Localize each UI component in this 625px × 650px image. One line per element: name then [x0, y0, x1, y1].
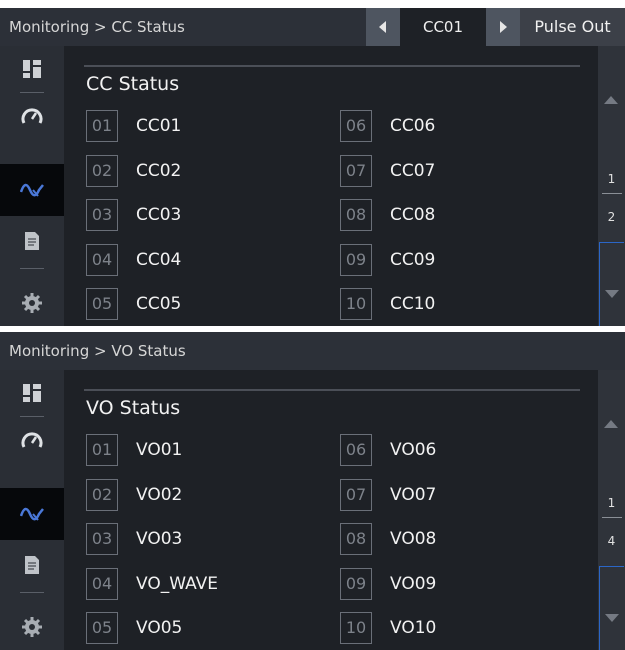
status-content: VO Status 01 VO01 02 VO02 03 VO03 04 VO_… — [64, 370, 598, 650]
scroll-down-icon[interactable] — [605, 614, 619, 622]
next-cc-button[interactable] — [486, 8, 520, 46]
section-title: CC Status — [86, 73, 180, 95]
item-label: VO03 — [136, 529, 183, 549]
item-label: CC02 — [136, 161, 182, 181]
sidebar-item-settings[interactable] — [0, 604, 64, 650]
breadcrumb[interactable]: Monitoring > VO Status — [9, 332, 186, 370]
sidebar-divider — [20, 268, 44, 269]
page-divider — [602, 193, 622, 194]
item-number: 10 — [340, 288, 372, 320]
item-number: 05 — [86, 612, 118, 644]
scroll-up-icon[interactable] — [604, 96, 618, 104]
gauge-icon — [21, 432, 43, 448]
sidebar-item-dashboard[interactable] — [0, 46, 64, 92]
breadcrumb[interactable]: Monitoring > CC Status — [9, 8, 185, 46]
sidebar-divider — [20, 592, 44, 593]
total-pages: 2 — [607, 210, 616, 224]
item-number: 04 — [86, 244, 118, 276]
item-label: CC08 — [390, 205, 436, 225]
item-label: CC10 — [390, 294, 436, 314]
waveform-icon — [20, 183, 44, 197]
scroll-up-icon[interactable] — [604, 420, 618, 428]
current-page: 1 — [607, 172, 616, 186]
item-number: 02 — [86, 155, 118, 187]
document-icon — [25, 556, 39, 574]
item-number: 09 — [340, 568, 372, 600]
item-label: CC03 — [136, 205, 182, 225]
scroll-down-icon[interactable] — [605, 290, 619, 298]
header-bar: Monitoring > CC Status CC01 Pulse Out — [0, 8, 625, 46]
item-number: 08 — [340, 199, 372, 231]
sidebar-item-waveform[interactable] — [0, 164, 64, 216]
section-title: VO Status — [86, 397, 181, 419]
item-label: CC01 — [136, 116, 182, 136]
item-label: VO_WAVE — [136, 574, 219, 594]
sidebar — [0, 370, 64, 650]
item-label: CC09 — [390, 250, 436, 270]
sidebar-item-waveform[interactable] — [0, 488, 64, 540]
sidebar-item-document[interactable] — [0, 542, 64, 588]
item-label: CC06 — [390, 116, 436, 136]
item-number: 01 — [86, 434, 118, 466]
item-number: 07 — [340, 479, 372, 511]
item-number: 02 — [86, 479, 118, 511]
divider — [84, 389, 580, 391]
dashboard-icon — [23, 384, 41, 402]
document-icon — [25, 232, 39, 250]
dashboard-icon — [23, 60, 41, 78]
item-label: VO06 — [390, 440, 437, 460]
item-label: VO05 — [136, 618, 183, 638]
status-content: CC Status 01 CC01 02 CC02 03 CC03 04 CC0… — [64, 46, 598, 326]
sidebar-item-settings[interactable] — [0, 280, 64, 326]
sidebar — [0, 46, 64, 326]
item-label: VO10 — [390, 618, 437, 638]
item-label: CC05 — [136, 294, 182, 314]
settings-gear-icon — [22, 293, 42, 313]
item-label: VO02 — [136, 485, 183, 505]
pulse-out-button[interactable]: Pulse Out — [520, 8, 625, 46]
waveform-icon — [20, 507, 44, 521]
page-divider — [602, 517, 622, 518]
item-number: 01 — [86, 110, 118, 142]
vo-status-panel: Monitoring > VO Status VO Status 01 VO01… — [0, 332, 625, 650]
prev-cc-button[interactable] — [366, 8, 400, 46]
item-label: VO09 — [390, 574, 437, 594]
item-label: CC04 — [136, 250, 182, 270]
item-number: 06 — [340, 434, 372, 466]
item-label: VO07 — [390, 485, 437, 505]
sidebar-item-dashboard[interactable] — [0, 370, 64, 416]
divider — [84, 65, 580, 67]
item-number: 10 — [340, 612, 372, 644]
item-number: 03 — [86, 199, 118, 231]
item-number: 04 — [86, 568, 118, 600]
cc-status-panel: Monitoring > CC Status CC01 Pulse Out CC… — [0, 8, 625, 326]
item-number: 06 — [340, 110, 372, 142]
item-label: VO01 — [136, 440, 183, 460]
item-number: 03 — [86, 523, 118, 555]
header-bar: Monitoring > VO Status — [0, 332, 625, 370]
total-pages: 4 — [607, 534, 616, 548]
current-page: 1 — [607, 496, 616, 510]
page-scrollbar[interactable]: 1 2 — [598, 46, 625, 326]
item-number: 07 — [340, 155, 372, 187]
scroll-down-button[interactable] — [599, 242, 624, 326]
sidebar-item-document[interactable] — [0, 218, 64, 264]
page-scrollbar[interactable]: 1 4 — [598, 370, 625, 650]
gauge-icon — [21, 108, 43, 124]
sidebar-item-monitor[interactable] — [0, 417, 64, 463]
scroll-down-button[interactable] — [599, 566, 624, 650]
item-label: VO08 — [390, 529, 437, 549]
sidebar-item-monitor[interactable] — [0, 93, 64, 139]
settings-gear-icon — [22, 617, 42, 637]
item-number: 08 — [340, 523, 372, 555]
item-label: CC07 — [390, 161, 436, 181]
item-number: 09 — [340, 244, 372, 276]
cc-selector[interactable]: CC01 — [400, 8, 486, 46]
item-number: 05 — [86, 288, 118, 320]
